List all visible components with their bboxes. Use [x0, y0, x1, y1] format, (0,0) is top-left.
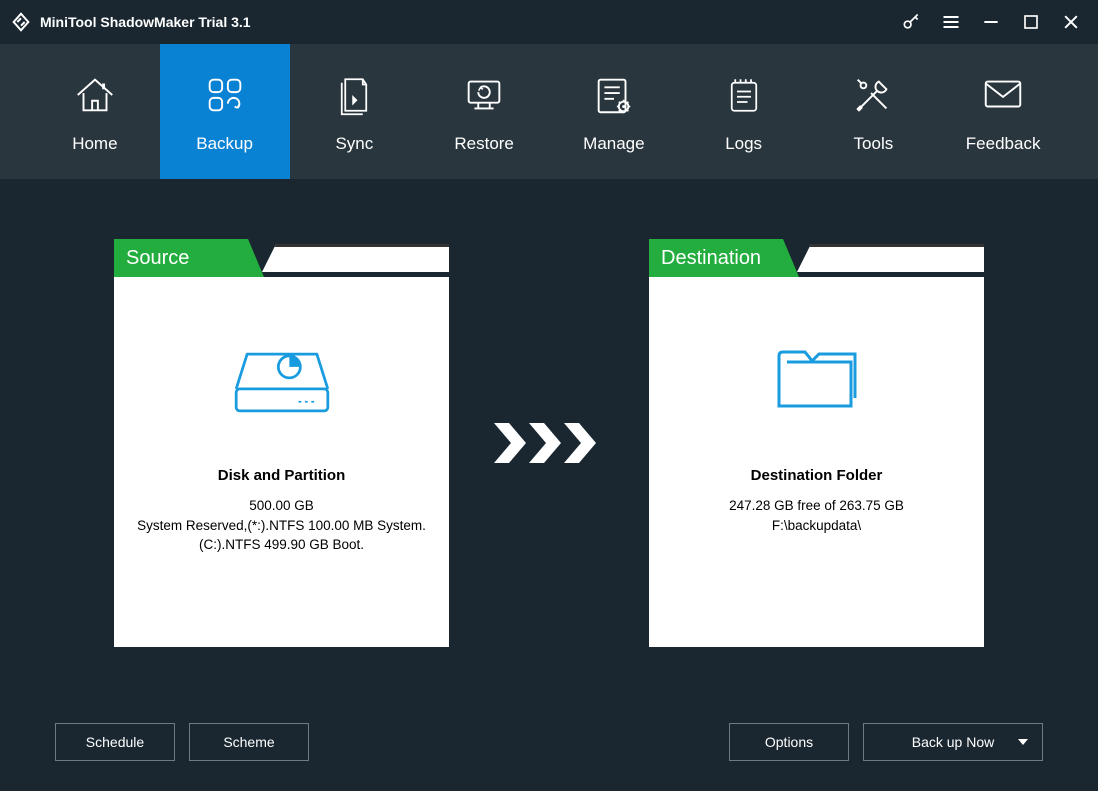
- nav-home-label: Home: [72, 134, 117, 154]
- feedback-icon: [980, 70, 1026, 120]
- nav-tools-label: Tools: [854, 134, 894, 154]
- nav-restore[interactable]: Restore: [419, 44, 549, 179]
- source-detail-1: System Reserved,(*:).NTFS 100.00 MB Syst…: [137, 516, 426, 536]
- title-bar: MiniTool ShadowMaker Trial 3.1: [0, 0, 1098, 44]
- nav-backup[interactable]: Backup: [160, 44, 290, 179]
- options-button[interactable]: Options: [729, 723, 849, 761]
- nav-feedback-label: Feedback: [966, 134, 1041, 154]
- tools-icon: [850, 70, 896, 120]
- backup-now-button[interactable]: Back up Now: [863, 723, 1043, 761]
- source-header: Source: [114, 239, 264, 277]
- nav-sync-label: Sync: [335, 134, 373, 154]
- nav-manage[interactable]: Manage: [549, 44, 679, 179]
- minimize-icon[interactable]: [980, 11, 1002, 33]
- source-panel-body[interactable]: Disk and Partition 500.00 GB System Rese…: [114, 277, 449, 647]
- scheme-button[interactable]: Scheme: [189, 723, 309, 761]
- manage-icon: [591, 70, 637, 120]
- nav-logs-label: Logs: [725, 134, 762, 154]
- app-logo-icon: [10, 11, 32, 33]
- menu-icon[interactable]: [940, 11, 962, 33]
- content-area: Source Disk and Partition 500.00 GB Syst…: [0, 179, 1098, 791]
- destination-panel: Destination Destination Folder 247.28 GB…: [649, 239, 984, 647]
- backup-icon: [202, 70, 248, 120]
- dropdown-caret-icon: [1018, 739, 1028, 745]
- app-title: MiniTool ShadowMaker Trial 3.1: [40, 14, 251, 30]
- nav-manage-label: Manage: [583, 134, 644, 154]
- backup-now-label: Back up Now: [912, 734, 994, 750]
- sync-icon: [333, 70, 375, 120]
- disk-icon: [227, 327, 337, 427]
- destination-panel-body[interactable]: Destination Folder 247.28 GB free of 263…: [649, 277, 984, 647]
- nav-restore-label: Restore: [454, 134, 514, 154]
- nav-tools[interactable]: Tools: [809, 44, 939, 179]
- destination-title: Destination Folder: [751, 467, 883, 484]
- maximize-icon[interactable]: [1020, 11, 1042, 33]
- folder-icon: [767, 327, 867, 427]
- restore-icon: [461, 70, 507, 120]
- source-title: Disk and Partition: [218, 467, 346, 484]
- nav-home[interactable]: Home: [30, 44, 160, 179]
- nav-bar: Home Backup Sync: [0, 44, 1098, 179]
- arrows-icon: [489, 418, 609, 468]
- key-icon[interactable]: [900, 11, 922, 33]
- close-icon[interactable]: [1060, 11, 1082, 33]
- logs-icon: [723, 70, 765, 120]
- home-icon: [72, 70, 118, 120]
- destination-path: F:\backupdata\: [772, 516, 861, 536]
- schedule-button[interactable]: Schedule: [55, 723, 175, 761]
- source-panel: Source Disk and Partition 500.00 GB Syst…: [114, 239, 449, 647]
- source-size: 500.00 GB: [249, 496, 314, 516]
- nav-backup-label: Backup: [196, 134, 253, 154]
- nav-sync[interactable]: Sync: [290, 44, 420, 179]
- nav-feedback[interactable]: Feedback: [938, 44, 1068, 179]
- bottom-bar: Schedule Scheme Options Back up Now: [55, 723, 1043, 761]
- nav-logs[interactable]: Logs: [679, 44, 809, 179]
- source-detail-2: (C:).NTFS 499.90 GB Boot.: [199, 535, 364, 555]
- destination-header: Destination: [649, 239, 799, 277]
- destination-free: 247.28 GB free of 263.75 GB: [729, 496, 904, 516]
